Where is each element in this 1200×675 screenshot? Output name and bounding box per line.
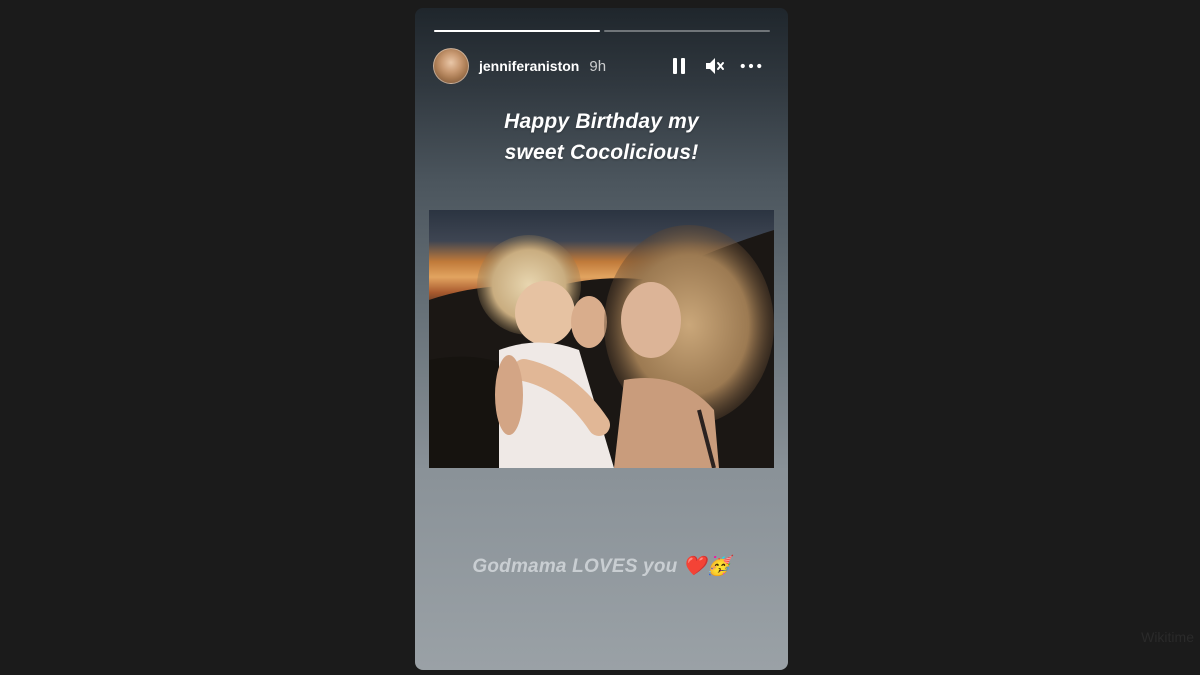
progress-segment-1 (434, 30, 600, 32)
time-ago: 9h (589, 57, 607, 75)
story-caption-bottom: Godmama LOVES you ❤️🥳 (472, 556, 731, 577)
viewer-stage: jenniferaniston 9h Happy Birthday my swe… (0, 0, 1200, 675)
story-header: jenniferaniston 9h (433, 47, 770, 85)
story-controls (668, 55, 762, 77)
progress-segment-2 (604, 30, 770, 32)
story-progress (434, 30, 770, 32)
pause-icon (673, 58, 685, 74)
caption-line-1: Happy Birthday my (504, 110, 699, 133)
pause-button[interactable] (668, 55, 690, 77)
watermark: Wikitime (1141, 629, 1194, 645)
more-horizontal-icon (740, 63, 762, 69)
story-photo (429, 210, 774, 468)
caption-line-2: sweet Cocolicious! (504, 141, 699, 164)
story-card[interactable]: jenniferaniston 9h Happy Birthday my swe… (415, 8, 788, 670)
progress-fill-1 (434, 30, 600, 32)
more-options-button[interactable] (740, 55, 762, 77)
avatar[interactable] (433, 48, 469, 84)
mute-button[interactable] (704, 55, 726, 77)
muted-speaker-icon (706, 58, 724, 74)
username[interactable]: jenniferaniston (479, 58, 579, 74)
story-caption-top: Happy Birthday my sweet Cocolicious! (415, 106, 788, 168)
photo-illustration (429, 210, 774, 468)
